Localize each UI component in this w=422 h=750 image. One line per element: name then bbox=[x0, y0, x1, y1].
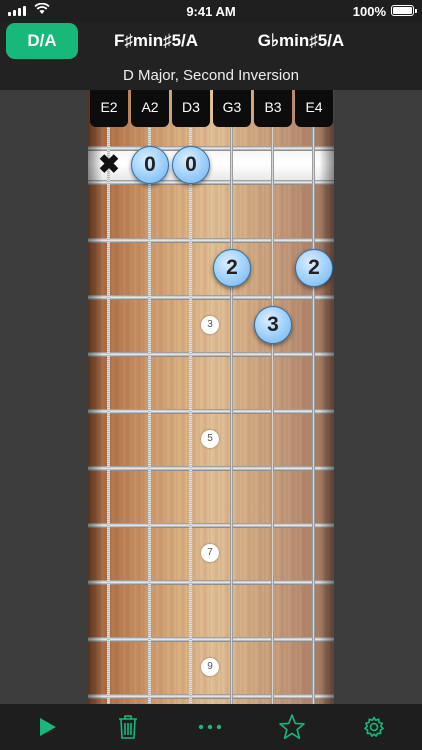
nut bbox=[88, 148, 334, 180]
play-button[interactable] bbox=[30, 711, 64, 743]
tab-chord-1[interactable]: D/A bbox=[6, 23, 78, 59]
fret-wire-0 bbox=[88, 146, 334, 151]
fret-marker-9: 9 bbox=[201, 658, 219, 676]
fret-wire-3 bbox=[88, 295, 334, 300]
delete-button[interactable] bbox=[111, 711, 145, 743]
string-label-b3: B3 bbox=[254, 90, 292, 127]
string-label-e4: E4 bbox=[295, 90, 333, 127]
left-panel bbox=[0, 90, 88, 704]
battery-icon bbox=[391, 5, 417, 16]
string-e4[interactable] bbox=[312, 90, 315, 704]
string-label-d3: D3 bbox=[172, 90, 210, 127]
more-icon bbox=[198, 724, 222, 730]
finger-dot-b3[interactable]: 3 bbox=[254, 306, 292, 344]
fret-wire-2 bbox=[88, 238, 334, 243]
fret-wire-10 bbox=[88, 694, 334, 699]
fret-wire-1 bbox=[88, 180, 334, 185]
settings-button[interactable] bbox=[357, 711, 391, 743]
chord-tabs: D/A F♯min♯5/A G♭min♯5/A bbox=[0, 22, 422, 60]
fret-marker-3: 3 bbox=[201, 316, 219, 334]
fret-wire-4 bbox=[88, 352, 334, 357]
fret-marker-7: 7 bbox=[201, 544, 219, 562]
mute-marker[interactable]: ✖ bbox=[94, 149, 124, 179]
trash-icon bbox=[119, 715, 137, 739]
right-panel bbox=[334, 90, 422, 704]
finger-dot-e4[interactable]: 2 bbox=[295, 249, 333, 287]
string-label-e2: E2 bbox=[90, 90, 128, 127]
open-string-dot-a2[interactable]: 0 bbox=[131, 146, 169, 184]
battery-percent: 100% bbox=[352, 4, 386, 19]
bottom-toolbar bbox=[0, 704, 422, 750]
fret-marker-5: 5 bbox=[201, 430, 219, 448]
gear-icon bbox=[364, 716, 384, 737]
string-g3[interactable] bbox=[230, 90, 233, 704]
open-string-dot-d3[interactable]: 0 bbox=[172, 146, 210, 184]
fret-wire-5 bbox=[88, 409, 334, 414]
fretboard[interactable]: E2 A2 D3 G3 B3 E4 3 5 7 9 ✖ 0 0 2 2 3 bbox=[88, 90, 334, 704]
play-icon bbox=[40, 718, 56, 736]
finger-dot-g3[interactable]: 2 bbox=[213, 249, 251, 287]
string-e2[interactable] bbox=[107, 90, 110, 704]
tab-chord-2[interactable]: F♯min♯5/A bbox=[92, 23, 220, 59]
fret-wire-6 bbox=[88, 466, 334, 471]
string-label-g3: G3 bbox=[213, 90, 251, 127]
more-button[interactable] bbox=[193, 711, 227, 743]
fret-wire-9 bbox=[88, 637, 334, 642]
fret-wire-8 bbox=[88, 580, 334, 585]
string-b3[interactable] bbox=[271, 90, 274, 704]
fret-wire-7 bbox=[88, 523, 334, 528]
chord-name: D Major, Second Inversion bbox=[123, 67, 299, 84]
tab-chord-3[interactable]: G♭min♯5/A bbox=[236, 23, 366, 59]
star-icon bbox=[279, 714, 305, 740]
status-bar: 9:41 AM 100% bbox=[0, 0, 422, 22]
favorite-button[interactable] bbox=[275, 711, 309, 743]
string-label-a2: A2 bbox=[131, 90, 169, 127]
